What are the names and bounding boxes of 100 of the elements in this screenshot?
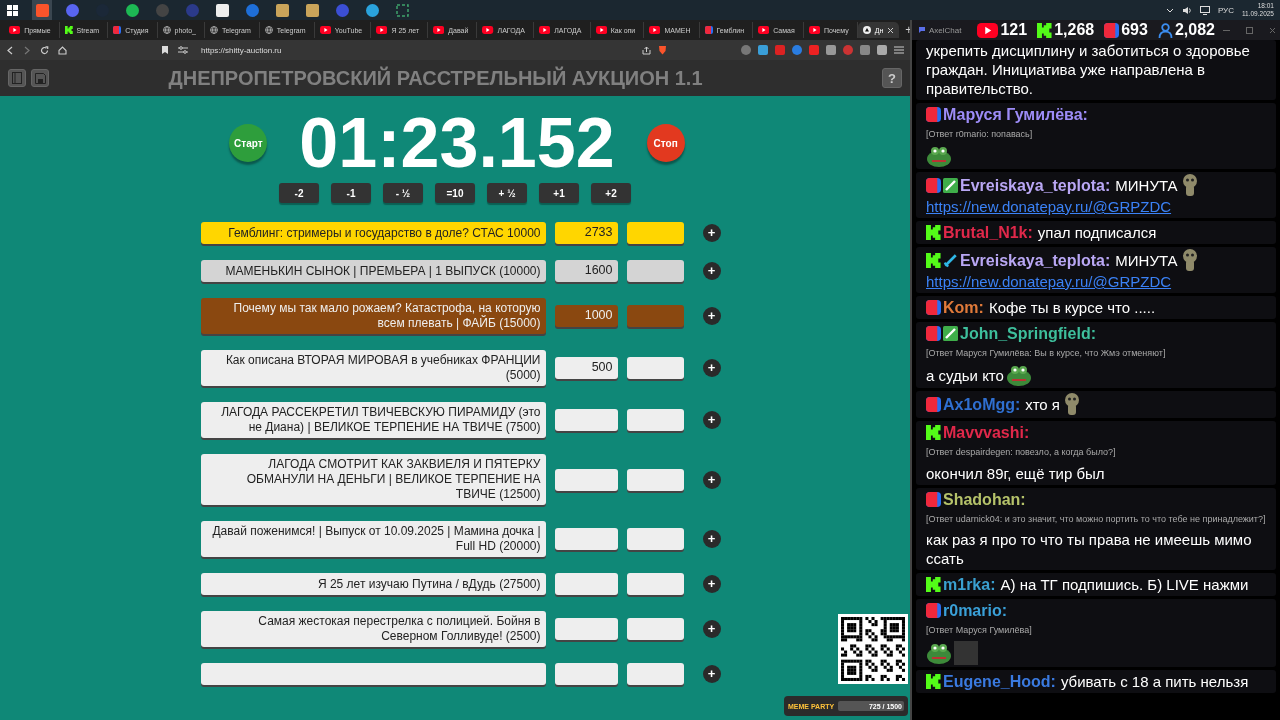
message-text: А) на ТГ подпишись. Б) LIVE нажми [1000,574,1249,594]
viewer-count: 1,268 [1037,21,1095,39]
address-bar[interactable]: https://shitty-auction.ru [201,45,282,55]
speaker-icon[interactable] [1181,5,1192,15]
share-icon[interactable] [642,45,651,55]
amount-field[interactable] [554,573,618,595]
time-adjust-button[interactable]: -1 [331,183,371,203]
monitor-icon[interactable] [1199,5,1210,15]
amount-field[interactable] [554,528,618,550]
frog-icon [926,642,952,664]
extra-field[interactable] [626,573,684,595]
amount-field[interactable] [554,618,618,640]
back-icon[interactable] [6,45,14,55]
forward-icon[interactable] [23,45,31,55]
extra-field[interactable] [626,260,684,282]
message-text: а судьи кто [926,365,1004,385]
chevron-icon[interactable] [1165,7,1174,13]
lot-name-field[interactable] [200,663,546,685]
menu-icon[interactable] [894,46,904,54]
add-button[interactable]: + [702,620,721,638]
globe-icon [264,26,273,34]
play-logo-icon [538,26,551,34]
lot-name-field[interactable]: Самая жестокая перестрелка с полицией. Бойня в Северном Голливуде! (2500) [200,611,546,647]
amount-field[interactable] [554,409,618,431]
language-indicator[interactable]: РУС [1217,5,1234,15]
add-button[interactable]: + [702,470,721,489]
extra-field[interactable] [626,528,684,550]
save-button[interactable] [31,69,49,87]
message-text: окончил 89г, ещё тир был [926,463,1105,483]
add-button[interactable]: + [702,575,721,593]
reload-icon[interactable] [40,45,49,55]
message-text: Кофе ты в курсе что ..... [988,297,1156,317]
time-adjust-button[interactable]: +1 [539,183,579,203]
help-button[interactable]: ? [882,68,902,88]
add-button[interactable]: + [702,224,721,242]
add-button[interactable]: + [702,411,721,429]
lot-name-field[interactable]: Гемблинг: стримеры и государство в доле? СТАС 10000 [200,222,546,244]
play-logo-icon [758,26,770,34]
live-logo-icon [1104,22,1120,38]
globe-icon [162,26,171,34]
lot-name-field[interactable]: Я 25 лет изучаю Путина / вДудь (27500) [200,573,546,595]
time-adjust-button[interactable]: =10 [435,183,475,203]
extra-field[interactable] [626,222,684,244]
stop-button[interactable]: Стоп [646,124,685,162]
message-text: убивать с 18 а пить нельзя [1060,671,1249,691]
username: Маруся Гумилёва: [943,104,1088,124]
amount-field[interactable]: 1000 [554,305,618,327]
add-button[interactable]: + [702,307,721,325]
message-link[interactable]: https://new.donatepay.ru/@GRPZDC [926,272,1266,291]
extra-field[interactable] [626,305,684,327]
sword-icon [943,252,958,268]
bookmark-icon[interactable] [161,45,169,55]
lot-name-field[interactable]: Почему мы так мало рожаем? Катастрофа, на которую всем плевать | ФАЙБ (15000) [200,298,546,334]
live-logo-icon [113,26,122,34]
lot-name-field[interactable]: Как описана ВТОРАЯ МИРОВАЯ в учебниках ФРАНЦИИ (5000) [200,350,546,386]
frog-icon [1005,364,1032,386]
amount-field[interactable]: 2733 [554,222,618,244]
amount-field[interactable] [554,663,618,685]
frog-icon [926,145,952,167]
lot-name-field[interactable]: ЛАГОДА РАССЕКРЕТИЛ ТВИЧЕВСКУЮ ПИРАМИДУ (это не Диана) | ВЕЛИКОЕ ТЕРПЕНИЕ НА ТВИЧЕ (7500) [200,402,546,438]
lot-name-field[interactable]: ЛАГОДА СМОТРИТ КАК ЗАКВИЕЛЯ И ПЯТЕРКУ ОБМАНУЛИ НА ДЕНЬГИ | ВЕЛИКОЕ ТЕРПЕНИЕ НА ТВИЧЕ (12500) [200,454,546,505]
time-adjust-button[interactable]: +2 [591,183,631,203]
add-button[interactable]: + [702,262,721,280]
k-logo-icon [1037,22,1053,38]
message-link[interactable]: https://new.donatepay.ru/@GRPZDC [926,197,1266,216]
lion-shield-icon[interactable] [658,45,667,55]
add-button[interactable]: + [702,359,721,377]
play-logo-icon [376,26,388,34]
live-logo-icon [926,602,941,618]
time-adjust-button[interactable]: + ½ [487,183,527,203]
amount-field[interactable]: 500 [554,357,618,379]
site-settings-icon[interactable] [178,46,188,54]
message-text: хто я [1025,394,1060,414]
live-logo-icon [926,177,941,193]
time-adjust-button[interactable]: -2 [279,183,319,203]
amount-field[interactable] [554,468,618,491]
live-logo-icon [704,26,713,34]
home-icon[interactable] [58,45,67,55]
k-logo-icon [926,576,941,592]
live-logo-icon [926,299,941,315]
lot-name-field[interactable]: Давай поженимся! | Выпуск от 10.09.2025 | Мамина дочка | Full HD (20000) [200,521,546,557]
message-text: упал подписался [1037,222,1157,242]
extra-field[interactable] [626,468,684,491]
qr-code [838,614,908,684]
username: r0mario: [943,600,1008,620]
maximize-icon[interactable] [1245,26,1253,34]
panel-toggle-button[interactable] [8,69,26,87]
extra-field[interactable] [626,357,684,379]
reply-quote: [Ответ r0mario: попавась] [926,128,1034,140]
add-button[interactable]: + [702,530,721,548]
extra-field[interactable] [626,409,684,431]
extra-field[interactable] [626,663,684,685]
play-logo-icon [649,26,661,34]
lot-name-field[interactable]: МАМЕНЬКИН СЫНОК | ПРЕМЬЕРА | 1 ВЫПУСК (10000) [200,260,546,282]
k-logo-icon [926,673,941,689]
add-button[interactable]: + [702,665,721,683]
amount-field[interactable]: 1600 [554,260,618,282]
time-adjust-button[interactable]: - ½ [383,183,423,203]
k-logo-icon [926,224,941,240]
extra-field[interactable] [626,618,684,640]
